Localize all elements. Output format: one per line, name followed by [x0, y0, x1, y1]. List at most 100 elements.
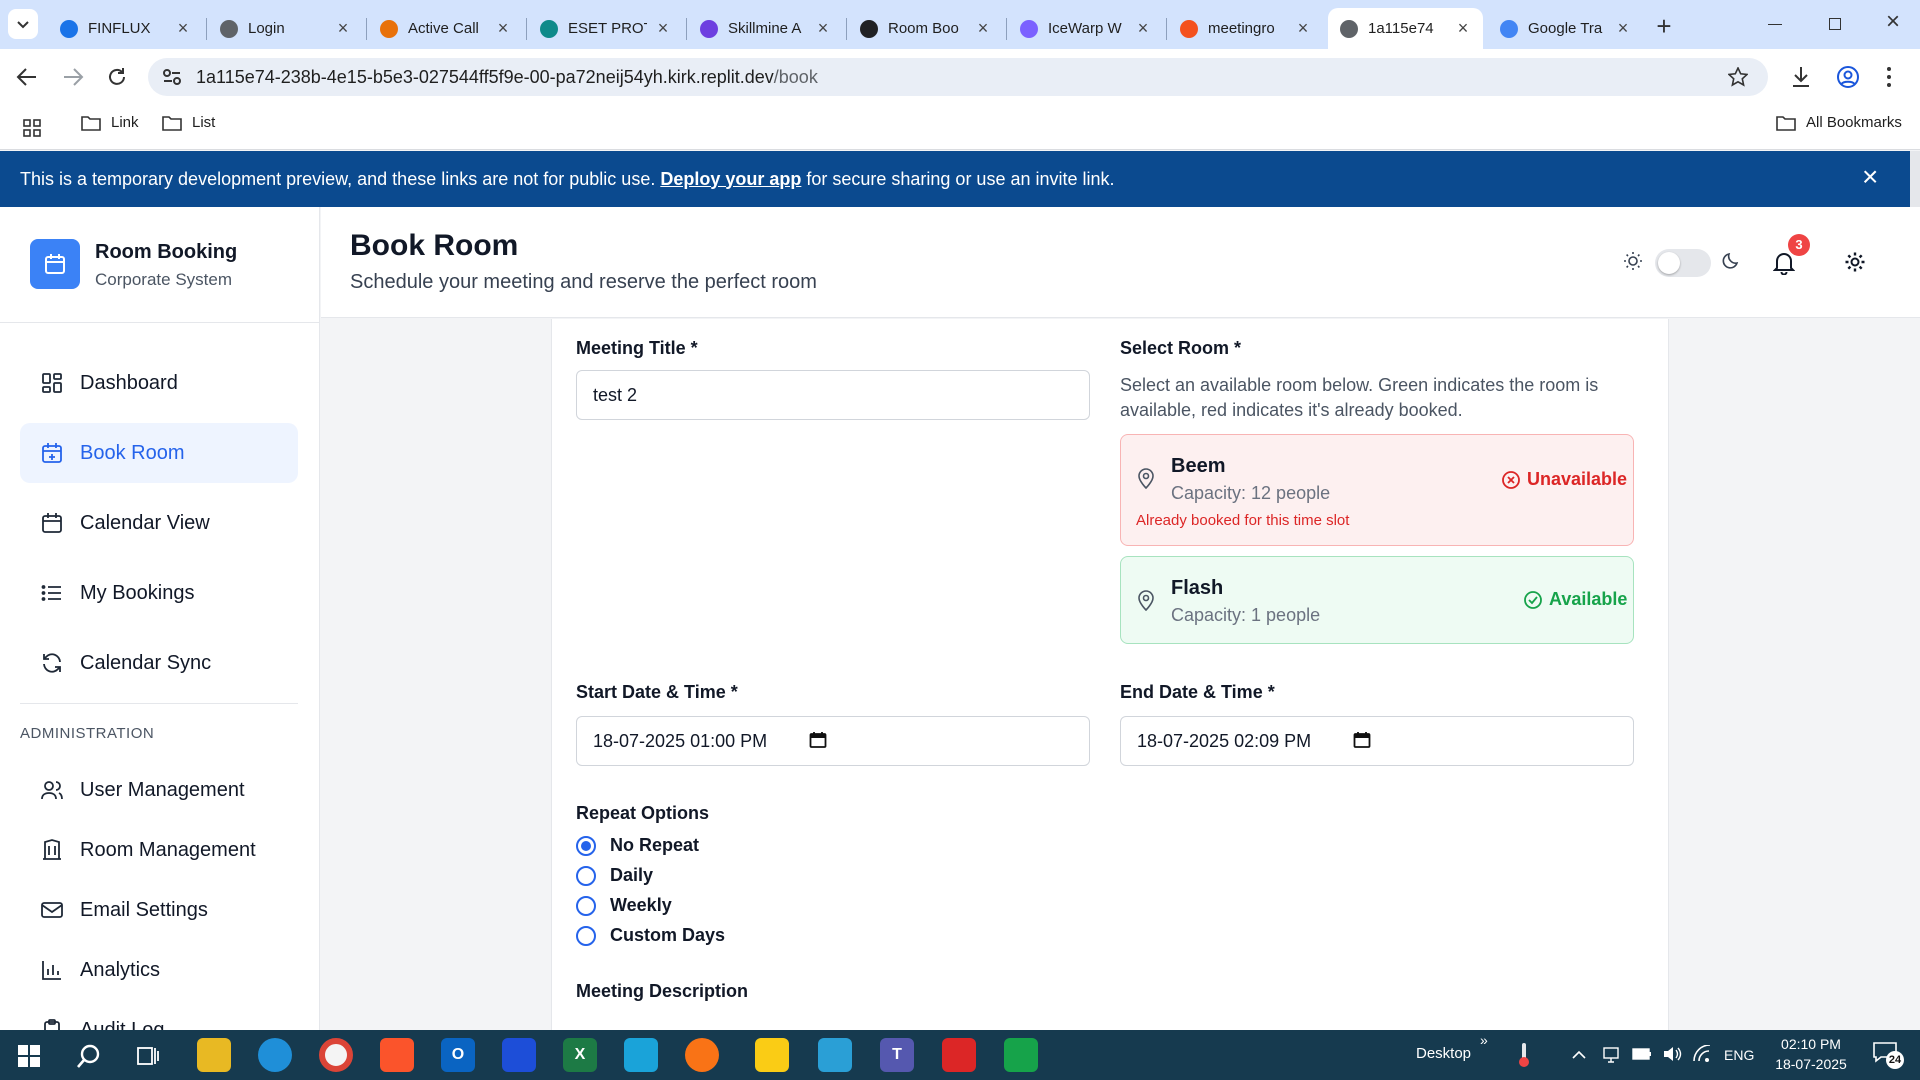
sidebar-item-book-room[interactable]: Book Room: [20, 423, 298, 483]
bookmark-list[interactable]: List: [162, 114, 215, 131]
brave-icon[interactable]: [380, 1038, 414, 1072]
browser-tab[interactable]: Google Tra ×: [1488, 8, 1643, 49]
close-window-button[interactable]: ×: [1878, 8, 1908, 36]
moon-icon: [1722, 252, 1739, 269]
close-tab-icon[interactable]: ×: [493, 18, 513, 39]
forward-arrow-icon[interactable]: [62, 67, 84, 87]
sidebar-item-calendar-sync[interactable]: Calendar Sync: [20, 633, 298, 693]
sticky-notes-icon[interactable]: [755, 1038, 789, 1072]
close-tab-icon[interactable]: ×: [1133, 18, 1153, 39]
tab-title: Skillmine A: [728, 20, 802, 37]
radio-circle[interactable]: [576, 895, 596, 916]
profile-icon[interactable]: [1836, 65, 1860, 89]
start-datetime-input[interactable]: 18-07-2025 01:00 PM: [576, 716, 1090, 766]
file-explorer-icon[interactable]: [197, 1038, 231, 1072]
radio-no-repeat[interactable]: No Repeat: [576, 835, 699, 856]
restore-button[interactable]: [1820, 12, 1850, 36]
browser-tab[interactable]: FINFLUX ×: [48, 8, 203, 49]
windows-start-icon[interactable]: [18, 1045, 40, 1067]
search-icon[interactable]: [76, 1043, 102, 1069]
radio-circle[interactable]: [576, 865, 596, 886]
language-indicator[interactable]: ENG: [1724, 1047, 1754, 1063]
bookmark-label: List: [192, 114, 216, 131]
sidebar-item-dashboard[interactable]: Dashboard: [20, 353, 298, 413]
chevron-up-icon[interactable]: [1572, 1050, 1586, 1060]
sidebar-item-analytics[interactable]: Analytics: [20, 940, 298, 1000]
end-datetime-input[interactable]: 18-07-2025 02:09 PM: [1120, 716, 1634, 766]
close-tab-icon[interactable]: ×: [1293, 18, 1313, 39]
chevron-right-icon[interactable]: »: [1480, 1032, 1488, 1048]
close-tab-icon[interactable]: ×: [1613, 18, 1633, 39]
sidebar-item-audit-log[interactable]: Audit Log: [20, 1000, 298, 1030]
back-arrow-icon[interactable]: [16, 67, 38, 87]
outlook-icon[interactable]: O: [441, 1038, 475, 1072]
anydesk-icon[interactable]: [942, 1038, 976, 1072]
download-icon[interactable]: [1790, 65, 1812, 89]
bookmark-link[interactable]: Link: [81, 114, 139, 131]
app-icon[interactable]: [685, 1038, 719, 1072]
radio-circle[interactable]: [576, 925, 596, 946]
desktop-label[interactable]: Desktop: [1416, 1045, 1471, 1062]
address-bar[interactable]: 1a115e74-238b-4e15-b5e3-027544ff5f9e-00-…: [148, 58, 1768, 96]
sidebar-item-user-management[interactable]: User Management: [20, 760, 298, 820]
bitwarden-icon[interactable]: [502, 1038, 536, 1072]
sidebar-item-label: Calendar View: [80, 511, 210, 534]
browser-tab[interactable]: 1a115e74 ×: [1328, 8, 1483, 49]
battery-icon[interactable]: [1632, 1048, 1652, 1060]
all-bookmarks[interactable]: All Bookmarks: [1776, 114, 1902, 131]
calendar-picker-icon[interactable]: [1353, 731, 1371, 749]
clock-date[interactable]: 18-07-2025: [1771, 1056, 1851, 1072]
close-tab-icon[interactable]: ×: [1453, 18, 1473, 39]
tab-search-button[interactable]: [8, 9, 38, 39]
browser-tab[interactable]: Room Boo ×: [848, 8, 1003, 49]
sidebar-item-email-settings[interactable]: Email Settings: [20, 880, 298, 940]
clock-time[interactable]: 02:10 PM: [1776, 1036, 1846, 1052]
notification-center[interactable]: 24: [1872, 1041, 1904, 1069]
gear-icon[interactable]: [1844, 251, 1866, 273]
mail-app-icon[interactable]: [818, 1038, 852, 1072]
sidebar-item-my-bookings[interactable]: My Bookings: [20, 563, 298, 623]
volume-icon[interactable]: [1662, 1045, 1682, 1063]
new-tab-button[interactable]: +: [1650, 11, 1678, 41]
site-settings-icon[interactable]: [162, 68, 182, 86]
browser-tab[interactable]: Skillmine A ×: [688, 8, 843, 49]
chrome-icon[interactable]: [319, 1038, 353, 1072]
app-icon[interactable]: [1004, 1038, 1038, 1072]
app-icon[interactable]: [624, 1038, 658, 1072]
browser-tab[interactable]: meetingro ×: [1168, 8, 1323, 49]
radio-daily[interactable]: Daily: [576, 865, 653, 886]
radio-weekly[interactable]: Weekly: [576, 895, 672, 916]
browser-tab[interactable]: Login ×: [208, 8, 363, 49]
menu-dots-icon[interactable]: [1886, 65, 1892, 89]
radio-custom-days[interactable]: Custom Days: [576, 925, 725, 946]
banner-close-icon[interactable]: ×: [1862, 163, 1878, 191]
apps-grid-icon[interactable]: [23, 119, 41, 137]
radio-circle[interactable]: [576, 835, 596, 856]
wifi-icon[interactable]: [1692, 1045, 1712, 1063]
sidebar-item-room-management[interactable]: Room Management: [20, 820, 298, 880]
room-card-beem[interactable]: Beem Capacity: 12 people Already booked …: [1120, 434, 1634, 546]
close-tab-icon[interactable]: ×: [333, 18, 353, 39]
reload-icon[interactable]: [106, 66, 128, 88]
theme-toggle[interactable]: [1655, 249, 1711, 277]
calendar-picker-icon[interactable]: [809, 731, 827, 749]
bookmark-star-icon[interactable]: [1728, 67, 1748, 87]
excel-icon[interactable]: X: [563, 1038, 597, 1072]
notifications-button[interactable]: 3: [1773, 234, 1810, 281]
browser-tab[interactable]: Active Call ×: [368, 8, 523, 49]
teams-icon[interactable]: T: [880, 1038, 914, 1072]
close-tab-icon[interactable]: ×: [653, 18, 673, 39]
browser-tab[interactable]: ESET PROT ×: [528, 8, 683, 49]
task-view-icon[interactable]: [136, 1045, 160, 1067]
close-tab-icon[interactable]: ×: [973, 18, 993, 39]
close-tab-icon[interactable]: ×: [173, 18, 193, 39]
deploy-app-link[interactable]: Deploy your app: [660, 169, 801, 190]
meeting-title-input[interactable]: test 2: [576, 370, 1090, 420]
room-card-flash[interactable]: Flash Capacity: 1 people Available: [1120, 556, 1634, 644]
minimize-button[interactable]: [1760, 12, 1790, 36]
sidebar-item-calendar-view[interactable]: Calendar View: [20, 493, 298, 553]
edge-icon[interactable]: [258, 1038, 292, 1072]
close-tab-icon[interactable]: ×: [813, 18, 833, 39]
browser-tab[interactable]: IceWarp W ×: [1008, 8, 1163, 49]
network-icon[interactable]: [1602, 1046, 1620, 1064]
